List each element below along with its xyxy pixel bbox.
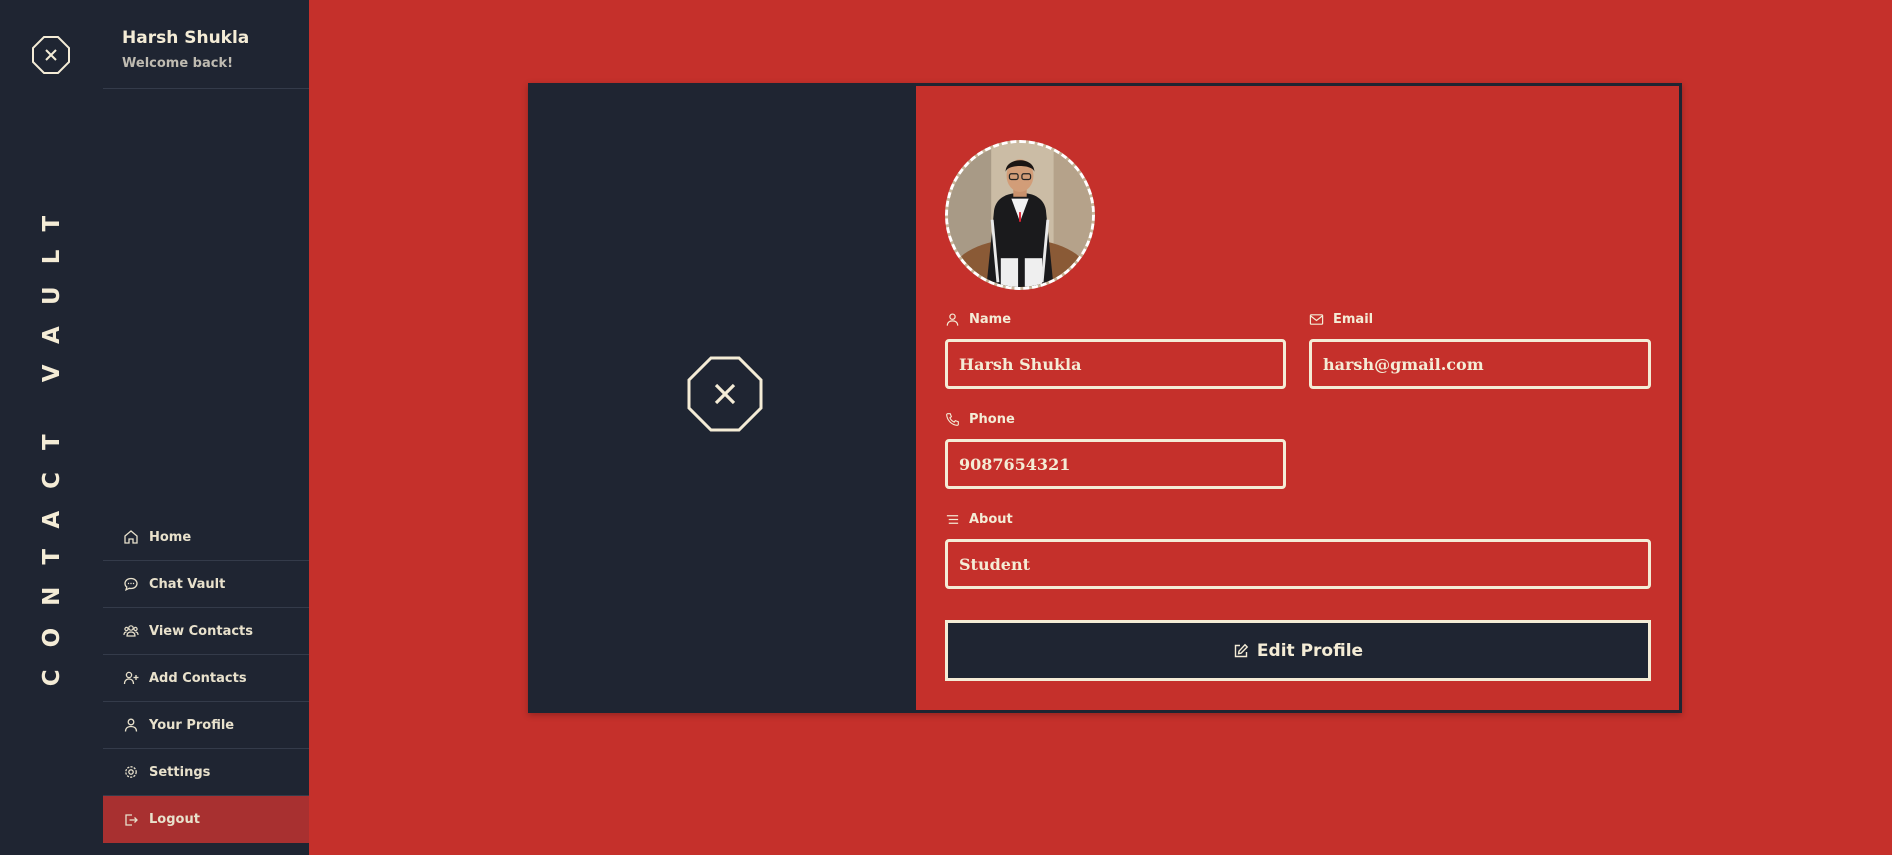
- about-field[interactable]: [945, 539, 1651, 589]
- welcome-text: Welcome back!: [122, 56, 234, 71]
- sidebar-item-label: Logout: [149, 812, 200, 827]
- home-icon: [124, 530, 138, 544]
- avatar: [945, 140, 1095, 290]
- x-octagon-icon[interactable]: [31, 35, 71, 75]
- sidebar: Harsh Shukla Welcome back! Home Chat Vau…: [103, 0, 309, 855]
- sidebar-item-label: Your Profile: [149, 717, 235, 733]
- phone-label-text: Phone: [969, 412, 1015, 427]
- profile-form: Name Email Phone About Edit Profile: [916, 86, 1679, 710]
- sidebar-item-chat-vault[interactable]: Chat Vault: [103, 561, 309, 608]
- user-icon: [946, 313, 959, 326]
- email-label: Email: [1309, 312, 1373, 327]
- mail-icon: [1309, 314, 1324, 325]
- phone-icon: [946, 413, 959, 426]
- sidebar-item-settings[interactable]: Settings: [103, 749, 309, 796]
- name-label: Name: [945, 312, 1011, 327]
- users-icon: [123, 625, 139, 637]
- sidebar-item-label: View Contacts: [149, 623, 254, 639]
- logout-icon: [125, 813, 138, 826]
- sidebar-item-home[interactable]: Home: [103, 514, 309, 561]
- profile-card: Name Email Phone About Edit Profile: [528, 83, 1682, 713]
- about-label: About: [945, 512, 1013, 527]
- sidebar-item-your-profile[interactable]: Your Profile: [103, 702, 309, 749]
- user-header: Harsh Shukla Welcome back!: [103, 0, 309, 89]
- sidebar-item-view-contacts[interactable]: View Contacts: [103, 608, 309, 655]
- sidebar-item-logout[interactable]: Logout: [103, 796, 309, 843]
- phone-label: Phone: [945, 412, 1015, 427]
- name-label-text: Name: [969, 312, 1012, 327]
- email-field[interactable]: [1309, 339, 1651, 389]
- sidebar-item-label: Home: [149, 529, 192, 545]
- user-icon: [124, 718, 138, 732]
- phone-field[interactable]: [945, 439, 1286, 489]
- about-label-text: About: [969, 512, 1013, 527]
- edit-profile-label: Edit Profile: [1256, 640, 1364, 661]
- chat-icon: [124, 577, 138, 591]
- x-octagon-icon: [687, 356, 763, 432]
- sidebar-nav: Home Chat Vault View Contacts Add Contac…: [103, 514, 309, 843]
- email-label-text: Email: [1333, 312, 1374, 327]
- brand-rail: CONTACT VAULT: [0, 0, 103, 855]
- sidebar-item-add-contacts[interactable]: Add Contacts: [103, 655, 309, 702]
- avatar-image: [948, 143, 1092, 287]
- text-lines-icon: [946, 515, 959, 524]
- sidebar-item-label: Chat Vault: [149, 576, 226, 592]
- user-plus-icon: [123, 671, 139, 685]
- gear-icon: [125, 766, 137, 778]
- name-field[interactable]: [945, 339, 1286, 389]
- edit-icon: [1234, 643, 1249, 657]
- card-brand-panel: [531, 86, 916, 710]
- user-name: Harsh Shukla: [122, 28, 250, 48]
- sidebar-item-label: Add Contacts: [149, 670, 247, 686]
- edit-profile-button[interactable]: Edit Profile: [945, 620, 1651, 681]
- brand-name: CONTACT VAULT: [39, 193, 65, 687]
- sidebar-item-label: Settings: [149, 764, 211, 780]
